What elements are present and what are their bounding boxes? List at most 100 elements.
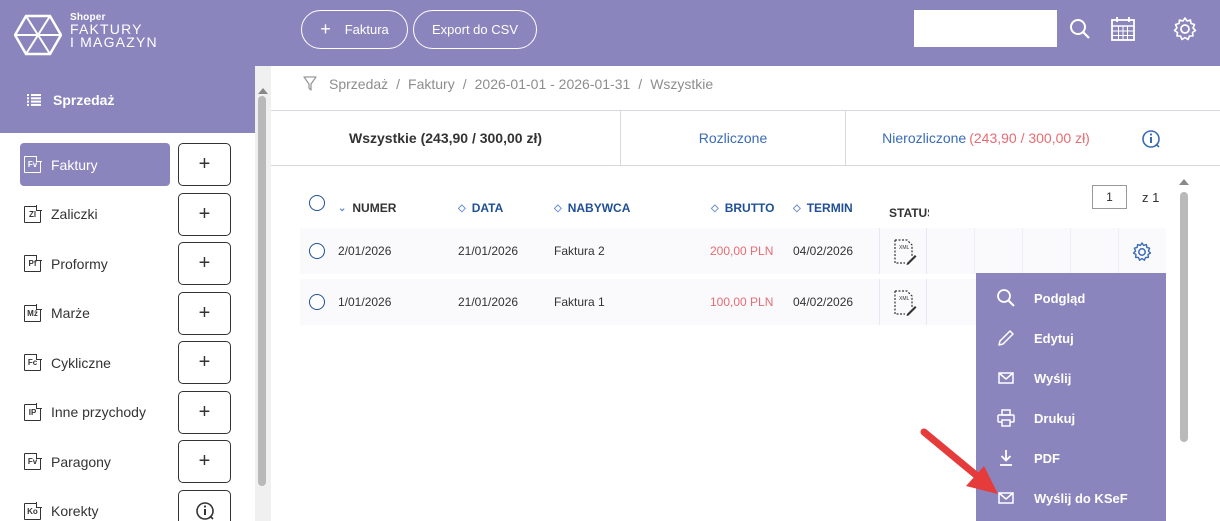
recurring-doc-icon: Fc — [24, 353, 42, 371]
breadcrumb: Sprzedaż / Faktury / 2026-01-01 - 2026-0… — [303, 76, 713, 92]
sidebar-item-faktury[interactable]: Fv Faktury — [20, 143, 170, 186]
nav-row-faktury: Fv Faktury + — [20, 143, 235, 193]
nav-row-cykliczne: Fc Cykliczne + — [20, 341, 235, 391]
scroll-up-arrow-icon[interactable] — [258, 88, 268, 94]
breadcrumb-wszystkie[interactable]: Wszystkie — [650, 76, 713, 92]
column-header-nabywca-label: NABYWCA — [567, 201, 631, 215]
margin-doc-icon: Mż — [24, 304, 42, 322]
envelope-icon — [998, 372, 1014, 384]
info-icon[interactable] — [1141, 129, 1161, 149]
new-invoice-label: Faktura — [344, 22, 389, 37]
row-select-radio[interactable] — [309, 243, 325, 259]
breadcrumb-faktury[interactable]: Faktury — [408, 76, 455, 92]
tab-nierozliczone[interactable]: Nierozliczone (243,90 / 300,00 zł) — [846, 111, 1126, 165]
logo-bar: Shoper FAKTURY I MAGAZYN — [0, 0, 271, 66]
tab-nierozliczone-label: Nierozliczone — [882, 130, 967, 146]
sidebar-item-paragony[interactable]: Fv Paragony — [20, 440, 170, 483]
table-row[interactable]: 2/01/2026 21/01/2026 Faktura 2 200,00 PL… — [300, 228, 1166, 274]
scroll-up-arrow-icon[interactable] — [1179, 179, 1189, 185]
sidebar-item-korekty[interactable]: Ko Korekty — [20, 490, 170, 521]
breadcrumb-separator: / — [462, 76, 467, 92]
export-csv-button[interactable]: Export do CSV — [413, 10, 537, 49]
row-actions-gear-icon[interactable] — [1131, 241, 1153, 263]
nav-row-paragony: Fv Paragony + — [20, 440, 235, 490]
table-scrollbar[interactable] — [1178, 176, 1190, 521]
new-invoice-button[interactable]: + Faktura — [301, 10, 408, 49]
sidebar-scrollbar[interactable] — [255, 66, 271, 521]
menu-item-label: Wyślij — [1034, 370, 1072, 386]
add-inny-przychod-button[interactable]: + — [178, 390, 231, 434]
advance-doc-icon: Zl — [24, 205, 42, 223]
column-header-termin[interactable]: ◇ TERMIN — [793, 201, 853, 215]
sort-icon: ◇ — [711, 202, 719, 214]
row-divider — [1118, 228, 1119, 274]
menu-item-podglad[interactable]: Podgląd — [976, 278, 1166, 318]
cell-brutto: 100,00 PLN — [710, 295, 774, 309]
tab-wszystkie[interactable]: Wszystkie (243,90 / 300,00 zł) — [271, 111, 621, 165]
column-header-nabywca[interactable]: ◇ NABYWCA — [554, 201, 630, 215]
annotation-arrow-icon — [920, 428, 998, 494]
sidebar-item-cykliczne[interactable]: Fc Cykliczne — [20, 341, 170, 384]
receipt-doc-icon: Fv — [24, 452, 42, 470]
breadcrumb-sprzedaz[interactable]: Sprzedaż — [329, 76, 388, 92]
menu-item-wyslij-do-ksef[interactable]: Wyślij do KSeF — [976, 478, 1166, 518]
sidebar-section-title: Sprzedaż — [53, 91, 115, 108]
sidebar-section-sprzedaz[interactable]: Sprzedaż — [0, 66, 255, 133]
pencil-icon — [998, 330, 1014, 346]
add-marza-button[interactable]: + — [178, 291, 231, 335]
svg-text:XML: XML — [899, 245, 910, 251]
column-header-data[interactable]: ◇ DATA — [458, 201, 503, 215]
sidebar-item-proformy[interactable]: Pf Proformy — [20, 242, 170, 285]
list-icon — [27, 93, 41, 106]
search-input[interactable] — [914, 10, 1057, 47]
column-header-status-label: STATUS — [889, 206, 929, 220]
column-header-numer[interactable]: ⌄ NUMER — [338, 201, 396, 215]
sidebar-scroll-thumb[interactable] — [258, 96, 266, 486]
cell-status: XML — [879, 279, 927, 325]
calendar-icon[interactable] — [1109, 15, 1137, 43]
cell-data: 21/01/2026 — [458, 295, 519, 309]
column-header-termin-label: TERMIN — [806, 201, 853, 215]
app-root: Shoper FAKTURY I MAGAZYN Sprzedaż Fv Fak… — [0, 0, 1220, 521]
menu-item-pdf[interactable]: PDF — [976, 438, 1166, 478]
sidebar-item-label: Paragony — [51, 453, 111, 470]
sidebar-item-zaliczki[interactable]: Zl Zaliczki — [20, 193, 170, 236]
row-select-radio[interactable] — [309, 294, 325, 310]
menu-item-wyslij[interactable]: Wyślij — [976, 358, 1166, 398]
add-cykliczna-button[interactable]: + — [178, 341, 231, 384]
sort-icon: ◇ — [458, 202, 466, 214]
add-zaliczka-button[interactable]: + — [178, 192, 231, 236]
column-header-brutto[interactable]: ◇ BRUTTO — [711, 201, 774, 215]
breadcrumb-date-range[interactable]: 2026-01-01 - 2026-01-31 — [475, 76, 631, 92]
sort-desc-icon: ⌄ — [338, 202, 347, 214]
filter-icon[interactable] — [303, 76, 317, 92]
breadcrumb-separator: / — [638, 76, 643, 92]
tab-rozliczone[interactable]: Rozliczone — [621, 111, 846, 165]
page-number-input[interactable]: 1 — [1092, 185, 1127, 209]
gear-icon[interactable] — [1171, 15, 1199, 43]
page-count: z 1 — [1142, 190, 1160, 205]
korekty-info-button[interactable] — [178, 489, 231, 521]
menu-item-edytuj[interactable]: Edytuj — [976, 318, 1166, 358]
xml-document-icon[interactable]: XML — [893, 238, 917, 266]
add-faktura-button[interactable]: + — [178, 143, 231, 186]
add-proforma-button[interactable]: + — [178, 242, 231, 285]
add-paragon-button[interactable]: + — [178, 440, 231, 483]
sidebar: Shoper FAKTURY I MAGAZYN Sprzedaż Fv Fak… — [0, 0, 271, 521]
sidebar-item-label: Zaliczki — [51, 206, 98, 222]
table-scroll-thumb[interactable] — [1180, 192, 1188, 442]
sidebar-item-label: Inne przychody — [51, 404, 146, 420]
select-all-radio[interactable] — [309, 195, 325, 211]
sidebar-item-inne-przychody[interactable]: IP Inne przychody — [20, 391, 170, 434]
xml-document-icon[interactable]: XML — [893, 289, 917, 317]
nav-row-inne: IP Inne przychody + — [20, 390, 235, 441]
menu-item-label: Wyślij do KSeF — [1034, 490, 1128, 506]
nav-row-korekty: Ko Korekty — [20, 489, 235, 521]
sidebar-item-marze[interactable]: Mż Marże — [20, 292, 170, 335]
sort-icon: ◇ — [793, 202, 801, 214]
cell-data: 21/01/2026 — [458, 244, 519, 258]
menu-item-drukuj[interactable]: Drukuj — [976, 398, 1166, 438]
info-icon — [195, 502, 214, 520]
proforma-doc-icon: Pf — [24, 254, 42, 272]
search-icon[interactable] — [1066, 15, 1094, 43]
